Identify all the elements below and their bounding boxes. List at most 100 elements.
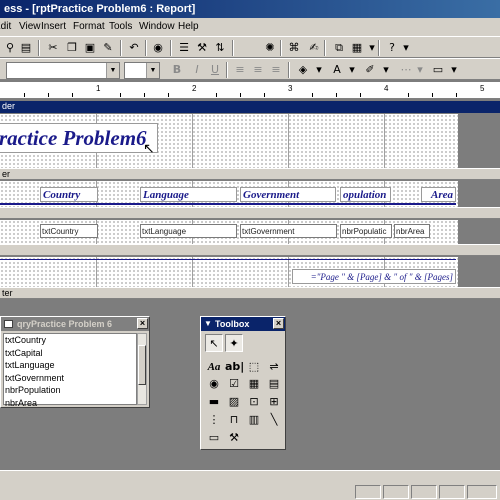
menu-tools[interactable]: Tools (109, 18, 132, 36)
window-title-bar[interactable]: ess - [rptPractice Problem6 : Report] (0, 0, 500, 18)
sorting-grouping-icon[interactable]: ⇅ (212, 40, 228, 56)
menu-view[interactable]: View (19, 18, 41, 36)
report-title-label[interactable]: ractice Problem6 (0, 123, 158, 153)
field-item[interactable]: txtCapital (4, 347, 136, 360)
subform-icon[interactable]: ▥ (245, 411, 263, 429)
special-effect-dropdown-icon[interactable]: ▾ (446, 62, 462, 78)
autoformat-icon[interactable]: ✺ (262, 40, 278, 56)
report-footer-bar[interactable]: ter (0, 287, 500, 299)
control-wizards-icon[interactable]: ✦ (225, 334, 243, 352)
line-icon[interactable]: ╲ (265, 411, 283, 429)
page-number-expression[interactable]: ="Page " & [Page] & " of " & [Pages] (292, 269, 456, 284)
field-list-title-bar[interactable]: qryPractice Problem 6 × (1, 317, 149, 331)
report-header-section[interactable]: ractice Problem6 ↖ (0, 114, 458, 168)
font-color-dropdown-icon[interactable]: ▾ (344, 62, 360, 78)
build-icon[interactable]: ⧉ (331, 40, 347, 56)
toggle-button-icon[interactable]: ⇌ (265, 358, 283, 376)
undo-icon[interactable]: ↶ (126, 40, 142, 56)
image-icon[interactable]: ▨ (225, 393, 243, 411)
menu-help[interactable]: Help (178, 18, 199, 36)
cut-icon[interactable]: ✂ (45, 40, 61, 56)
italic-icon[interactable]: I (189, 62, 205, 78)
scroll-thumb[interactable] (138, 345, 146, 385)
menu-edit[interactable]: Edit (0, 18, 11, 36)
font-color-icon[interactable]: A (329, 62, 345, 78)
chevron-down-icon[interactable]: ▼ (106, 63, 119, 78)
label-icon[interactable]: Aa (205, 358, 223, 376)
nbrarea-textbox[interactable]: nbrArea (394, 224, 430, 238)
special-effect-icon[interactable]: ▭ (430, 62, 446, 78)
properties-icon[interactable]: ✍ (306, 40, 322, 56)
search-icon[interactable]: ⚲ (2, 40, 18, 56)
field-item[interactable]: nbrPopulation (4, 384, 136, 397)
align-left-icon[interactable]: ≡ (232, 62, 248, 78)
option-button-icon[interactable]: ◉ (205, 375, 223, 393)
copy-icon[interactable]: ❐ (64, 40, 80, 56)
txtgovernment-textbox[interactable]: txtGovernment (240, 224, 337, 238)
country-column-label[interactable]: Country (40, 187, 98, 202)
format-painter-icon[interactable]: ✎ (100, 40, 116, 56)
page-break-icon[interactable]: ⋮ (205, 411, 223, 429)
tab-control-icon[interactable]: ⊓ (225, 411, 243, 429)
command-button-icon[interactable]: ▬ (205, 393, 223, 411)
border-width-dropdown-icon[interactable]: ▾ (412, 62, 428, 78)
list-box-icon[interactable]: ▤ (265, 375, 283, 393)
header-underline[interactable] (0, 203, 456, 205)
hyperlink-icon[interactable]: ◉ (150, 40, 166, 56)
field-item[interactable]: nbrArea (4, 397, 136, 410)
toolbox-icon[interactable]: ⚒ (194, 40, 210, 56)
field-list-scrollbar[interactable] (137, 333, 147, 405)
detail-bar[interactable] (0, 207, 500, 219)
text-box-icon[interactable]: ab| (225, 358, 244, 376)
area-column-label[interactable]: Area (421, 187, 456, 202)
page-header-bar[interactable]: er (0, 168, 500, 180)
close-icon[interactable]: × (273, 318, 284, 329)
field-list-window[interactable]: qryPractice Problem 6 × txtCountry txtCa… (0, 316, 150, 408)
align-center-icon[interactable]: ≡ (250, 62, 266, 78)
toolbox-window[interactable]: ▼ Toolbox × ↖ ✦ Aa ab| ⬚ ⇌ ◉ ☑ ▦ ▤ ▬ ▨ ⊡… (200, 316, 286, 450)
rectangle-icon[interactable]: ▭ (205, 429, 223, 447)
more-controls-icon[interactable]: ⚒ (225, 429, 243, 447)
line-color-dropdown-icon[interactable]: ▾ (378, 62, 394, 78)
help-dropdown-icon[interactable]: ▾ (398, 40, 414, 56)
txtcountry-textbox[interactable]: txtCountry (40, 224, 98, 238)
database-window-icon[interactable]: ▦ (349, 40, 365, 56)
check-box-icon[interactable]: ☑ (225, 375, 243, 393)
language-column-label[interactable]: Language (140, 187, 237, 202)
page-footer-section[interactable]: ="Page " & [Page] & " of " & [Pages] (0, 257, 458, 287)
select-objects-icon[interactable]: ↖ (205, 334, 223, 352)
field-list-icon[interactable]: ☰ (176, 40, 192, 56)
menu-insert[interactable]: Insert (41, 18, 66, 36)
menu-format[interactable]: Format (73, 18, 105, 36)
field-item[interactable]: txtCountry (4, 334, 136, 347)
font-size-combo[interactable]: ▼ (124, 62, 160, 79)
page-footer-bar[interactable] (0, 244, 500, 256)
government-column-label[interactable]: Government (240, 187, 336, 202)
toolbar-menu-icon[interactable]: ▼ (204, 317, 212, 331)
combo-box-icon[interactable]: ▦ (245, 375, 263, 393)
print-preview-icon[interactable]: ▤ (18, 40, 34, 56)
fill-color-icon[interactable]: ◈ (295, 62, 311, 78)
population-column-label[interactable]: opulation (340, 187, 391, 202)
chevron-down-icon[interactable]: ▼ (146, 63, 159, 78)
field-item[interactable]: txtGovernment (4, 372, 136, 385)
nbrpopulation-textbox[interactable]: nbrPopulatic (340, 224, 392, 238)
line-color-icon[interactable]: ✐ (362, 62, 378, 78)
bound-object-frame-icon[interactable]: ⊞ (265, 393, 283, 411)
unbound-object-frame-icon[interactable]: ⊡ (245, 393, 263, 411)
footer-rule[interactable] (0, 259, 456, 260)
underline-icon[interactable]: U (207, 62, 223, 78)
align-right-icon[interactable]: ≡ (268, 62, 284, 78)
code-icon[interactable]: ⌘ (286, 40, 302, 56)
report-header-bar[interactable]: der (0, 101, 500, 113)
close-icon[interactable]: × (137, 318, 148, 329)
option-group-icon[interactable]: ⬚ (245, 358, 263, 376)
detail-section[interactable]: txtCountry txtLanguage txtGovernment nbr… (0, 220, 458, 244)
page-header-section[interactable]: Country Language Government opulation Ar… (0, 181, 458, 207)
menu-window[interactable]: Window (139, 18, 175, 36)
field-item[interactable]: txtLanguage (4, 359, 136, 372)
txtlanguage-textbox[interactable]: txtLanguage (140, 224, 237, 238)
bold-icon[interactable]: B (169, 62, 185, 78)
font-name-combo[interactable]: ▼ (6, 62, 120, 79)
paste-icon[interactable]: ▣ (82, 40, 98, 56)
